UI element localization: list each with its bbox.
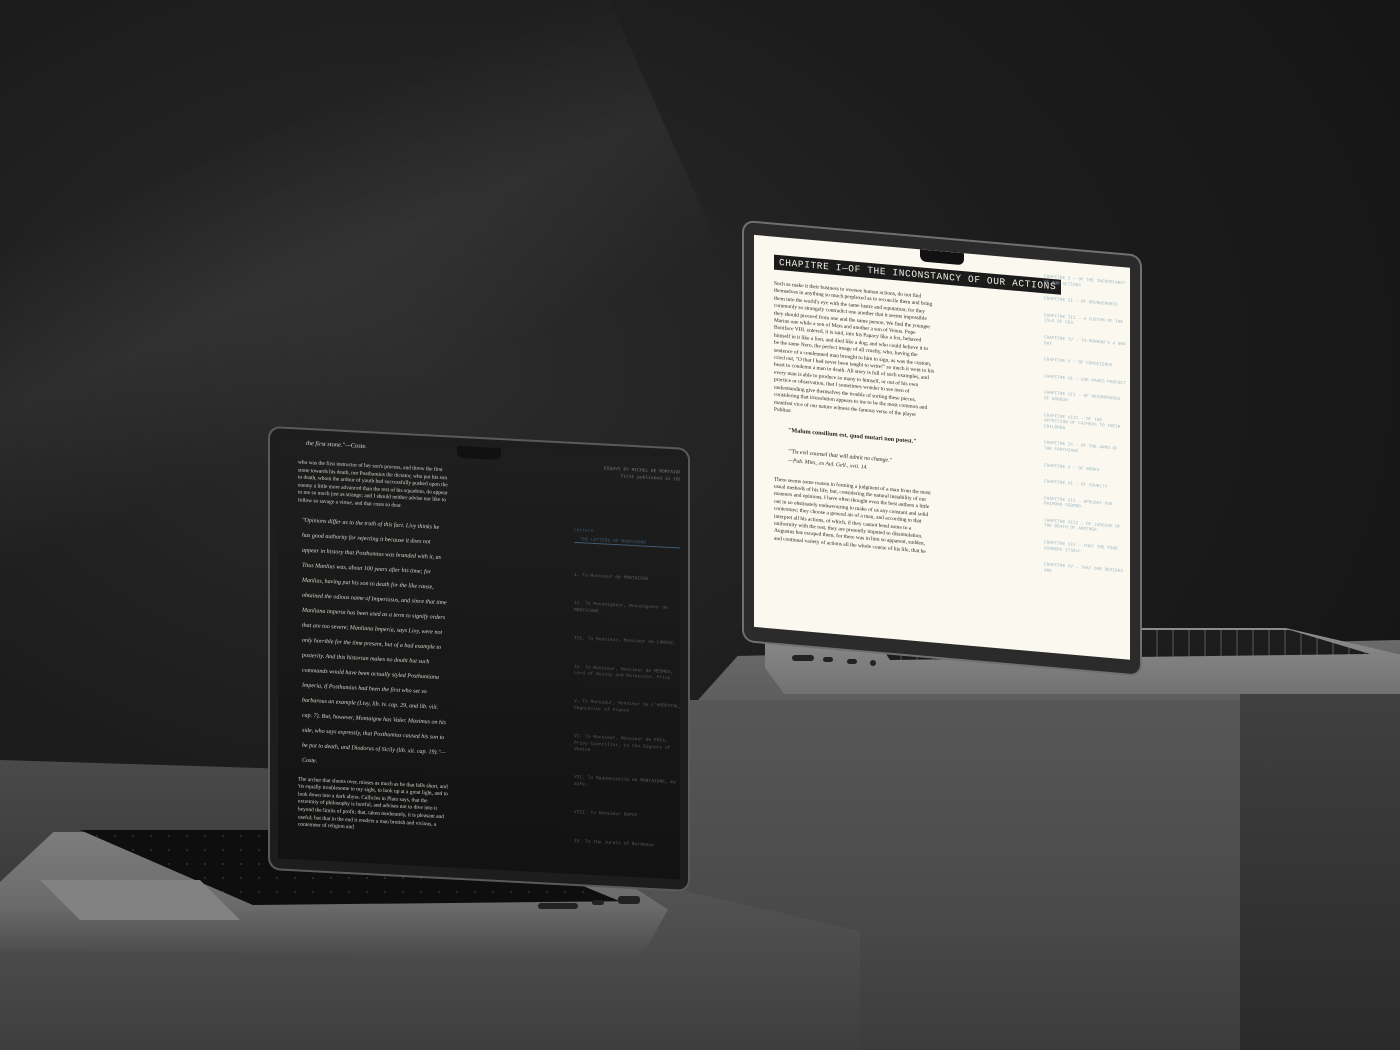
table-of-contents: CHAPITRE I — OF THE INCONSTANCY OF OUR A… bbox=[1044, 274, 1126, 592]
toc-link[interactable]: CHAPITRE XIV — THAT THE MIND HINDERS ITS… bbox=[1044, 540, 1126, 558]
hdmi-port bbox=[618, 896, 640, 904]
toc-link[interactable]: CHAPITRE I — OF THE INCONSTANCY OF OUR A… bbox=[1044, 274, 1126, 292]
right-laptop-screen: CHAPITRE I—OF THE INCONSTANCY OF OUR ACT… bbox=[754, 234, 1130, 660]
chapter-body: Such as make it their business to overse… bbox=[774, 281, 934, 562]
book-header: ESSAYS BY MICHEL DE MONTAIGNE first publ… bbox=[574, 464, 680, 484]
footnote-quote: "Opinions differ as to the truth of this… bbox=[302, 517, 447, 765]
paragraph: The archer that shoots over, misses as m… bbox=[298, 776, 448, 831]
side-navigation: ESSAYS BY MICHEL DE MONTAIGNE first publ… bbox=[574, 464, 680, 873]
toc-link[interactable]: CHAPITRE II — OF DRUNKENNESS bbox=[1044, 296, 1126, 309]
sd-card-slot bbox=[792, 655, 814, 661]
left-laptop-screen: the first stone."—Coste. who was the fir… bbox=[278, 436, 680, 880]
letter-item[interactable]: I. To Monsieur de MONTAIGNE bbox=[574, 573, 680, 585]
right-laptop: CHAPITRE I—OF THE INCONSTANCY OF OUR ACT… bbox=[744, 222, 1140, 675]
usb-c-port bbox=[592, 900, 604, 905]
toc-link[interactable]: CHAPITRE VIII — OF THE AFFECTION OF FATH… bbox=[1044, 413, 1126, 437]
letter-item[interactable]: IX. To the Jurats of Bordeaux bbox=[574, 839, 680, 851]
active-section-link[interactable]: THE LETTERS OF MONTAIGNE bbox=[574, 536, 680, 549]
essay-body: who was the first instructor of her son'… bbox=[298, 459, 448, 845]
paragraph: There seems some reason in forming a jud… bbox=[774, 476, 931, 555]
toc-link[interactable]: CHAPITRE XI — OF CRUELTY bbox=[1044, 479, 1126, 492]
left-laptop: the first stone."—Coste. who was the fir… bbox=[270, 428, 688, 890]
camera-notch bbox=[457, 445, 501, 461]
toc-link[interactable]: CHAPITRE XV — THAT OUR DESIRES ARE bbox=[1044, 562, 1126, 580]
paragraph: who was the first instructor of her son'… bbox=[298, 459, 448, 509]
letter-item[interactable]: VIII. To Monsieur DUPUY bbox=[574, 810, 680, 822]
letter-item[interactable]: IV. To Monsieur, Monsieur de MESMES, Lor… bbox=[574, 665, 680, 684]
paragraph: Such as make it their business to overse… bbox=[774, 280, 934, 418]
usb-c-port bbox=[823, 657, 833, 662]
toc-link[interactable]: CHAPITRE VII — OF RECOMPENSES OF HONOUR bbox=[1044, 391, 1126, 409]
toc-link[interactable]: CHAPITRE III — A CUSTOM OF THE ISLE OF C… bbox=[1044, 313, 1126, 331]
toc-link[interactable]: CHAPITRE V — OF CONSCIENCE bbox=[1044, 357, 1126, 370]
concrete-cube-side bbox=[1240, 690, 1400, 1050]
letter-item[interactable]: V. To Monsieur, Monsieur de L'HOSPITAL, … bbox=[574, 699, 680, 718]
usb-c-port bbox=[847, 659, 857, 664]
toc-link[interactable]: CHAPITRE IV — TO-MORROW'S A NEW DAY bbox=[1044, 335, 1126, 353]
footnote-tail: the first stone."—Coste. bbox=[306, 439, 367, 451]
toc-link[interactable]: CHAPITRE IX — OF THE ARMS OF THE PARTHIA… bbox=[1044, 441, 1126, 459]
sd-card-slot bbox=[538, 903, 578, 909]
camera-notch bbox=[920, 249, 964, 266]
toc-link[interactable]: CHAPITRE XII — APOLOGY FOR RAIMOND SEBON… bbox=[1044, 496, 1126, 514]
letter-item[interactable]: II. To Monseigneur, Monseigneur de MONTA… bbox=[574, 601, 680, 620]
letter-item[interactable]: VII. To Mademoiselle de MONTAIGNE, my wi… bbox=[574, 775, 680, 794]
headphone-jack bbox=[870, 660, 876, 666]
letter-item[interactable]: III. To Monsieur, Monsieur de LANSAC, bbox=[574, 636, 680, 648]
toc-link[interactable]: CHAPITRE VI — USE MAKES PERFECT bbox=[1044, 374, 1126, 387]
toc-link[interactable]: CHAPITRE X — OF BOOKS bbox=[1044, 463, 1126, 476]
latin-quote: "Malum consilium est, quod mutari non po… bbox=[788, 427, 917, 446]
toc-link[interactable]: CHAPITRE XIII — OF JUDGING OF THE DEATH … bbox=[1044, 518, 1126, 536]
letter-item[interactable]: VI. To Monsieur, Monsieur de FOIX, Privy… bbox=[574, 734, 680, 759]
